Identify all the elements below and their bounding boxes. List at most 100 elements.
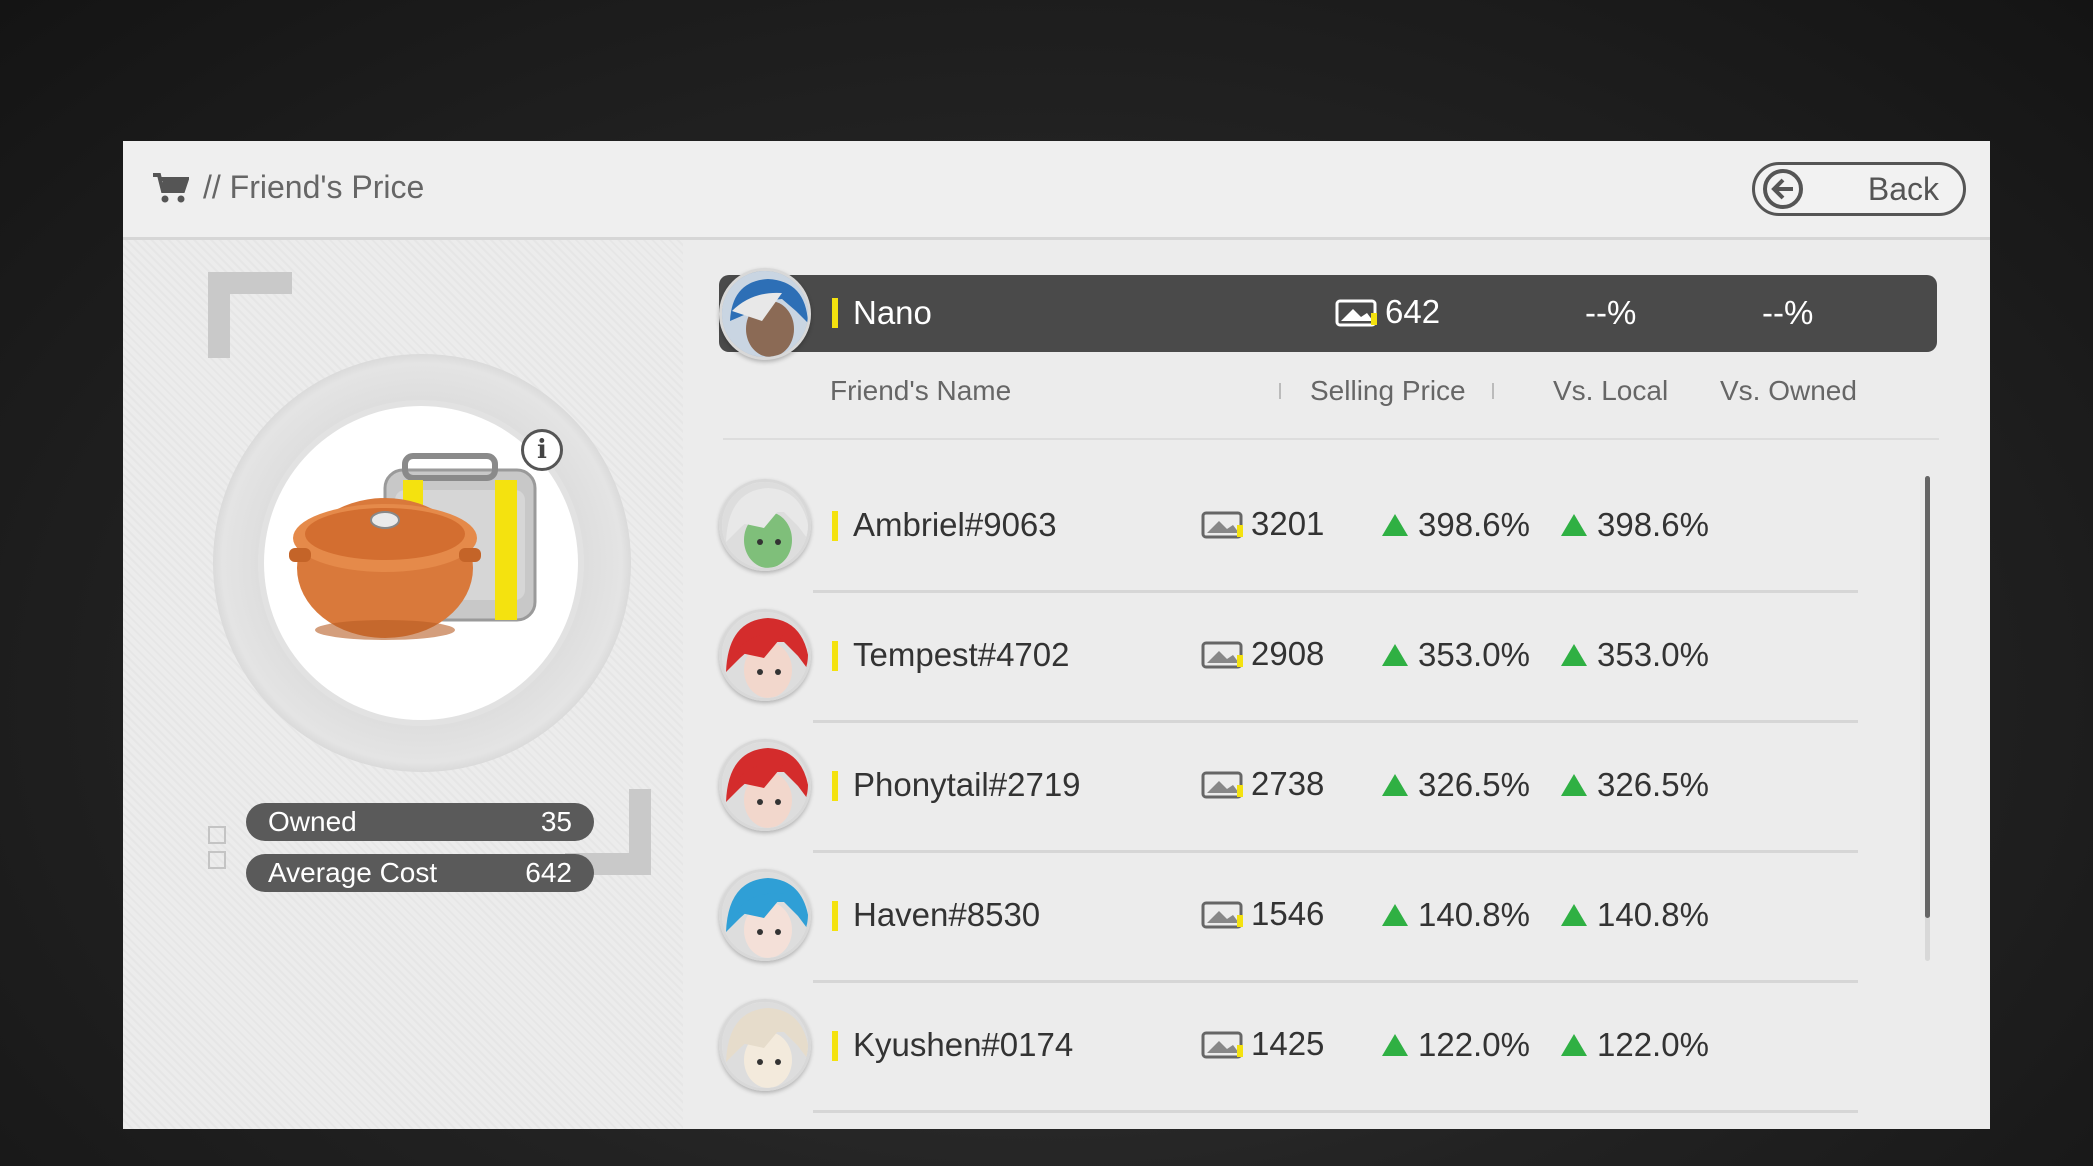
friend-price-value: 1546 (1251, 895, 1325, 932)
friend-price: 1425 (1201, 1025, 1324, 1063)
friend-vs-local: 353.0% (1382, 636, 1530, 674)
column-separator (1492, 383, 1494, 399)
header-divider (723, 438, 1939, 440)
friend-vs-owned-value: 326.5% (1597, 766, 1709, 803)
friend-avatar (719, 479, 811, 571)
friend-price: 2908 (1201, 635, 1324, 673)
back-button[interactable]: Back (1752, 162, 1966, 216)
up-arrow-icon (1561, 514, 1587, 536)
friend-vs-local: 398.6% (1382, 506, 1530, 544)
friend-price: 1546 (1201, 895, 1324, 933)
self-avatar (719, 268, 811, 360)
friend-price: 2738 (1201, 765, 1324, 803)
friend-row[interactable]: Haven#8530 1546 140.8% 140.8% (713, 851, 1863, 983)
item-detail-area: i Owned 35 Average Cost 642 (123, 240, 683, 1129)
scrollbar-thumb[interactable] (1925, 476, 1930, 918)
deco-square (208, 851, 226, 869)
friend-vs-owned-value: 398.6% (1597, 506, 1709, 543)
friends-price-panel: // Friend's Price Back i Owned 35 Averag… (123, 141, 1990, 1129)
friend-price: 3201 (1201, 505, 1324, 543)
card-currency-icon (1201, 641, 1243, 669)
friends-list[interactable]: Ambriel#9063 3201 398.6% 398.6% Tempest#… (713, 461, 1863, 1129)
friend-row[interactable]: Tempest#4702 2908 353.0% 353.0% (713, 591, 1863, 723)
up-arrow-icon (1382, 904, 1408, 926)
friend-vs-owned: 398.6% (1561, 506, 1709, 544)
info-icon[interactable]: i (521, 429, 563, 471)
card-currency-icon (1201, 901, 1243, 929)
up-arrow-icon (1561, 1034, 1587, 1056)
frame-corner-top-left (208, 272, 292, 358)
friend-price-value: 2908 (1251, 635, 1325, 672)
friend-vs-owned-value: 140.8% (1597, 896, 1709, 933)
owned-value: 35 (540, 806, 572, 837)
self-name: Nano (853, 294, 932, 331)
friend-vs-owned-value: 353.0% (1597, 636, 1709, 673)
up-arrow-icon (1561, 644, 1587, 666)
friend-vs-owned: 140.8% (1561, 896, 1709, 934)
self-vs-local: --% (1585, 294, 1637, 331)
title-wrap: // Friend's Price (151, 169, 424, 206)
column-header-price: Selling Price (1310, 375, 1466, 406)
friend-accent-tick (832, 901, 838, 931)
friend-name: Phonytail#2719 (853, 766, 1081, 803)
friend-accent-tick (832, 1031, 838, 1061)
friend-vs-local-value: 326.5% (1418, 766, 1530, 803)
friend-vs-local-value: 353.0% (1418, 636, 1530, 673)
friend-price-value: 2738 (1251, 765, 1325, 802)
up-arrow-icon (1382, 774, 1408, 796)
average-cost-label: Average Cost (268, 857, 438, 888)
friend-vs-local-value: 122.0% (1418, 1026, 1530, 1063)
deco-square (208, 826, 226, 844)
self-vs-owned: --% (1762, 294, 1814, 331)
friend-vs-owned-value: 122.0% (1597, 1026, 1709, 1063)
up-arrow-icon (1561, 904, 1587, 926)
friend-vs-local: 122.0% (1382, 1026, 1530, 1064)
friend-row[interactable]: Kyushen#0174 1425 122.0% 122.0% (713, 981, 1863, 1113)
friend-vs-local-value: 398.6% (1418, 506, 1530, 543)
card-currency-icon (1201, 511, 1243, 539)
friend-row[interactable]: Ambriel#9063 3201 398.6% 398.6% (713, 461, 1863, 593)
friend-accent-tick (832, 771, 838, 801)
friend-accent-tick (832, 641, 838, 671)
panel-header: // Friend's Price Back (123, 141, 1990, 240)
friend-avatar (719, 609, 811, 701)
average-cost-value: 642 (525, 857, 572, 888)
friend-name: Tempest#4702 (853, 636, 1070, 673)
friend-name: Haven#8530 (853, 896, 1041, 933)
friend-vs-local-value: 140.8% (1418, 896, 1530, 933)
friend-name: Kyushen#0174 (853, 1026, 1074, 1063)
column-header-vs-local: Vs. Local (1553, 375, 1669, 406)
average-cost-pill: Average Cost 642 (246, 854, 594, 892)
column-separator (1279, 383, 1281, 399)
column-header-vs-owned: Vs. Owned (1720, 375, 1857, 406)
friend-avatar (719, 739, 811, 831)
card-currency-icon (1335, 299, 1377, 327)
back-label: Back (1867, 170, 1939, 207)
friend-price-value: 3201 (1251, 505, 1325, 542)
row-divider (813, 1110, 1858, 1113)
friend-avatar (719, 869, 811, 961)
up-arrow-icon (1382, 1034, 1408, 1056)
friend-vs-owned: 353.0% (1561, 636, 1709, 674)
card-currency-icon (1201, 771, 1243, 799)
column-header-name: Friend's Name (830, 375, 1012, 406)
item-pot-crate-image (289, 453, 537, 640)
up-arrow-icon (1561, 774, 1587, 796)
self-price: 642 (1335, 293, 1440, 331)
cart-icon (153, 172, 189, 202)
friend-vs-owned: 122.0% (1561, 1026, 1709, 1064)
friend-row[interactable]: Phonytail#2719 2738 326.5% 326.5% (713, 721, 1863, 853)
friend-price-value: 1425 (1251, 1025, 1325, 1062)
friend-accent-tick (832, 511, 838, 541)
up-arrow-icon (1382, 644, 1408, 666)
card-currency-icon (1201, 1031, 1243, 1059)
back-arrow-icon (1763, 169, 1803, 209)
friend-vs-local: 140.8% (1382, 896, 1530, 934)
friend-vs-owned: 326.5% (1561, 766, 1709, 804)
friend-avatar (719, 999, 811, 1091)
self-price-value: 642 (1385, 293, 1441, 330)
self-accent-tick (832, 298, 838, 328)
up-arrow-icon (1382, 514, 1408, 536)
owned-label: Owned (268, 806, 357, 837)
friend-vs-local: 326.5% (1382, 766, 1530, 804)
